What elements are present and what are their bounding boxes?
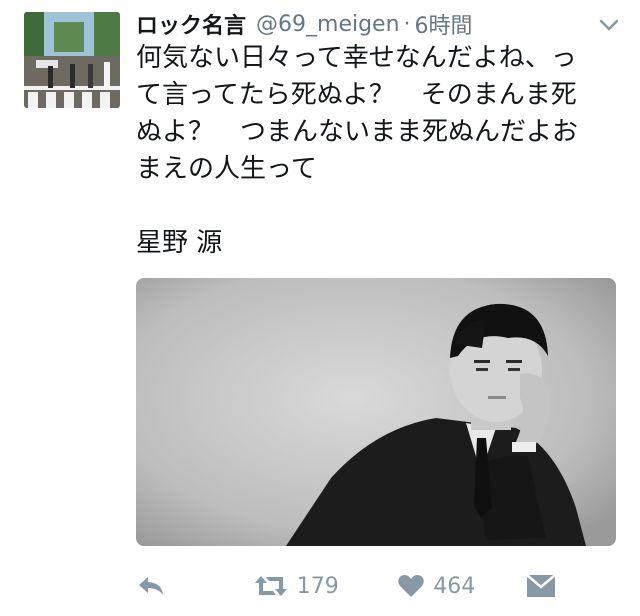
tweet-text-line: まえの人生って (136, 154, 317, 184)
separator-dot: · (403, 11, 411, 37)
avatar[interactable] (24, 12, 120, 108)
tweet-actions: 179 464 (136, 566, 556, 606)
tweet-media-image[interactable] (136, 278, 616, 546)
tweet-header: ロック名言 @69_meigen · 6時間 (136, 4, 620, 44)
account-name[interactable]: ロック名言 (136, 8, 246, 40)
portrait-photo (136, 278, 616, 546)
retweet-button[interactable]: 179 (253, 574, 398, 599)
heart-icon (397, 574, 425, 598)
reply-icon (136, 574, 166, 598)
tweet-text-line: 何気ない日々って幸せなんだよね、っ (136, 43, 577, 73)
retweet-icon (253, 574, 289, 598)
timestamp[interactable]: 6時間 (415, 8, 473, 40)
chevron-down-icon[interactable] (598, 14, 620, 36)
tweet-text: 何気ない日々って幸せなんだよね、っ て言ってたら死ぬよ？ そのまんま死 ぬよ？ … (136, 40, 620, 262)
envelope-icon (526, 574, 556, 598)
reply-button[interactable] (136, 574, 253, 598)
tweet-text-line: ぬよ？ つまんないまま死ぬんだよお (136, 117, 579, 147)
tweet-text-line: て言ってたら死ぬよ？ そのまんま死 (136, 80, 577, 110)
direct-message-button[interactable] (526, 574, 556, 598)
like-button[interactable]: 464 (397, 574, 526, 599)
like-count: 464 (433, 573, 476, 599)
avatar-image (24, 12, 120, 108)
retweet-count: 179 (296, 573, 339, 599)
account-handle[interactable]: @69_meigen (256, 12, 400, 37)
line-spacer (136, 188, 620, 225)
tweet-attribution: 星野 源 (136, 228, 223, 258)
